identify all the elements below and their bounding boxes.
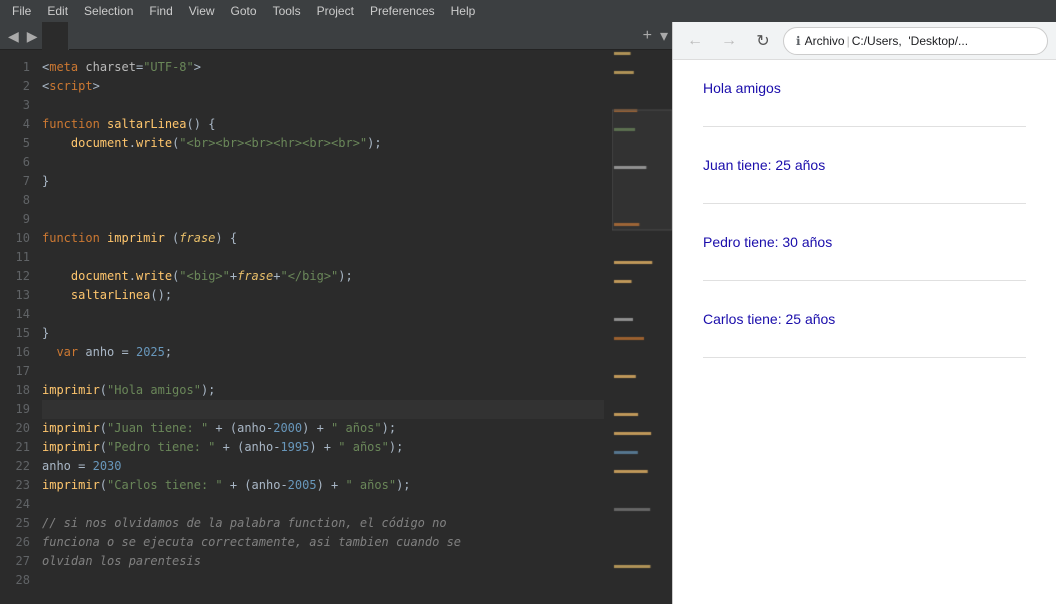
tab-actions: + ▾: [643, 26, 668, 46]
code-content[interactable]: <meta charset="UTF-8"> <script> function…: [36, 50, 612, 604]
editor-panel: ◀ ▶ + ▾ 12345678910111213141516171819202…: [0, 22, 672, 604]
browser-back-button[interactable]: ←: [681, 27, 709, 55]
line-numbers: 1234567891011121314151617181920212223242…: [0, 50, 36, 604]
menu-goto[interactable]: Goto: [223, 2, 265, 20]
line-number-6: 6: [0, 153, 30, 172]
line-number-4: 4: [0, 115, 30, 134]
line-number-25: 25: [0, 514, 30, 533]
menu-find[interactable]: Find: [141, 2, 180, 20]
menu-view[interactable]: View: [181, 2, 223, 20]
line-number-22: 22: [0, 457, 30, 476]
browser-separator-4: [703, 357, 1026, 358]
browser-content: Hola amigos Juan tiene: 25 años Pedro ti…: [673, 60, 1056, 604]
line-number-1: 1: [0, 58, 30, 77]
line-number-17: 17: [0, 362, 30, 381]
browser-output-3: Pedro tiene: 30 años: [703, 234, 1026, 250]
line-number-2: 2: [0, 77, 30, 96]
line-number-21: 21: [0, 438, 30, 457]
menu-file[interactable]: File: [4, 2, 39, 20]
new-tab-button[interactable]: +: [643, 27, 652, 45]
line-number-3: 3: [0, 96, 30, 115]
line-number-28: 28: [0, 571, 30, 590]
address-info-icon: ℹ: [796, 34, 801, 48]
line-number-24: 24: [0, 495, 30, 514]
tab-nav-right[interactable]: ▶: [23, 22, 42, 50]
browser-separator-1: [703, 126, 1026, 127]
line-number-10: 10: [0, 229, 30, 248]
line-number-13: 13: [0, 286, 30, 305]
browser-output-2: Juan tiene: 25 años: [703, 157, 1026, 173]
menu-tools[interactable]: Tools: [265, 2, 309, 20]
tab-dropdown-button[interactable]: ▾: [660, 26, 668, 46]
menu-help[interactable]: Help: [443, 2, 484, 20]
line-number-14: 14: [0, 305, 30, 324]
browser-forward-button[interactable]: →: [715, 27, 743, 55]
main-area: ◀ ▶ + ▾ 12345678910111213141516171819202…: [0, 22, 1056, 604]
line-number-26: 26: [0, 533, 30, 552]
browser-output-4: Carlos tiene: 25 años: [703, 311, 1026, 327]
line-number-20: 20: [0, 419, 30, 438]
line-number-16: 16: [0, 343, 30, 362]
tab-nav-left[interactable]: ◀: [4, 22, 23, 50]
line-number-12: 12: [0, 267, 30, 286]
line-number-23: 23: [0, 476, 30, 495]
editor-tab[interactable]: [42, 22, 69, 50]
address-path: C:/Users,: [852, 34, 902, 48]
menu-preferences[interactable]: Preferences: [362, 2, 443, 20]
tab-bar: ◀ ▶ + ▾: [0, 22, 672, 50]
minimap: [612, 50, 672, 604]
code-editor[interactable]: 1234567891011121314151617181920212223242…: [0, 50, 672, 604]
line-number-15: 15: [0, 324, 30, 343]
menubar: File Edit Selection Find View Goto Tools…: [0, 0, 1056, 22]
address-bar[interactable]: ℹ Archivo | C:/Users, 'Desktop/...: [783, 27, 1048, 55]
menu-selection[interactable]: Selection: [76, 2, 141, 20]
browser-separator-3: [703, 280, 1026, 281]
browser-separator-2: [703, 203, 1026, 204]
address-protocol: Archivo: [805, 34, 845, 48]
address-path2: 'Desktop/...: [902, 34, 968, 48]
line-number-7: 7: [0, 172, 30, 191]
address-separator: |: [847, 34, 850, 48]
menu-edit[interactable]: Edit: [39, 2, 76, 20]
line-number-27: 27: [0, 552, 30, 571]
menu-project[interactable]: Project: [309, 2, 362, 20]
line-number-19: 19: [0, 400, 30, 419]
browser-refresh-button[interactable]: ↻: [749, 27, 777, 55]
line-number-8: 8: [0, 191, 30, 210]
line-number-18: 18: [0, 381, 30, 400]
line-number-9: 9: [0, 210, 30, 229]
line-number-11: 11: [0, 248, 30, 267]
line-number-5: 5: [0, 134, 30, 153]
browser-toolbar: ← → ↻ ℹ Archivo | C:/Users, 'Desktop/...: [673, 22, 1056, 60]
browser-panel: ← → ↻ ℹ Archivo | C:/Users, 'Desktop/...…: [672, 22, 1056, 604]
browser-output-1: Hola amigos: [703, 80, 1026, 96]
